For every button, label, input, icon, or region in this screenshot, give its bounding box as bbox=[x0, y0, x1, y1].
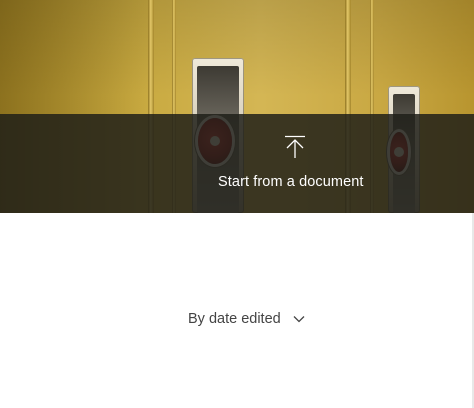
sort-label: By date edited bbox=[188, 311, 281, 327]
chevron-down-icon bbox=[293, 316, 305, 323]
sort-dropdown[interactable]: By date edited bbox=[188, 309, 305, 329]
start-from-document-button[interactable] bbox=[0, 114, 474, 213]
upload-arrow-icon[interactable] bbox=[284, 135, 306, 159]
start-from-document-label[interactable]: Start from a document bbox=[218, 174, 364, 190]
